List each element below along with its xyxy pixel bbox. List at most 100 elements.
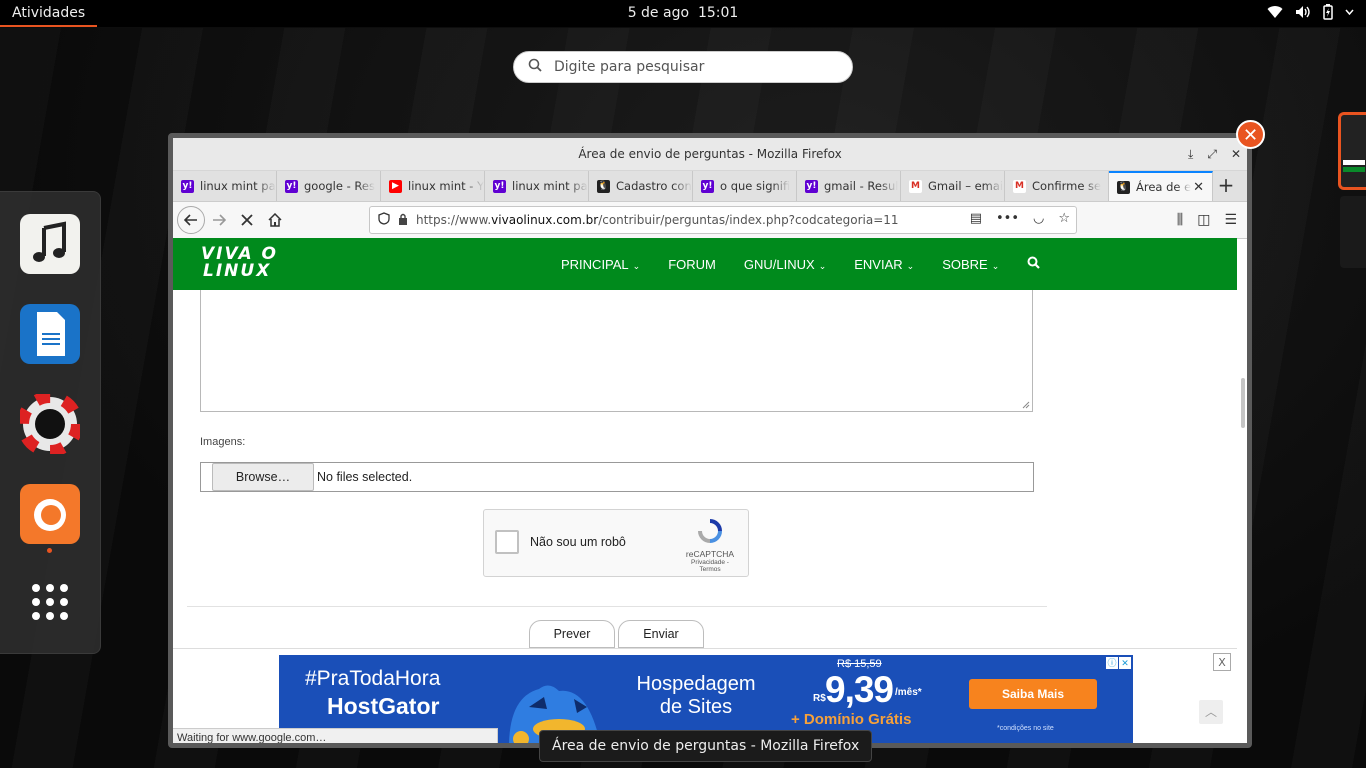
help-icon[interactable] <box>17 391 83 457</box>
tab-4[interactable]: 🐧 Cadastro con <box>589 171 693 201</box>
tab-7[interactable]: M Gmail – emai <box>901 171 1005 201</box>
reader-view-icon[interactable]: ▤ <box>970 211 982 226</box>
system-menu[interactable] <box>1267 4 1354 20</box>
scroll-to-top-button[interactable]: ︿ <box>1199 700 1223 724</box>
ad-headline-line1: Hospedagem <box>636 673 756 695</box>
tracking-protection-icon[interactable] <box>378 212 390 228</box>
clock: 5 de ago 15:01 <box>0 0 1366 26</box>
recaptcha-widget: Não sou um robô reCAPTCHA Privacidade - … <box>483 509 749 577</box>
browse-button[interactable]: Browse… <box>212 463 314 491</box>
tab-6[interactable]: y! gmail - Resul <box>797 171 901 201</box>
library-icon[interactable]: ⫼ <box>1177 212 1183 228</box>
menu-gnu-linux[interactable]: GNU/LINUX ⌄ <box>744 257 826 272</box>
url-path: /contribuir/perguntas/index.php?codcateg… <box>598 213 899 227</box>
page-actions-icon[interactable]: ••• <box>996 211 1019 226</box>
recaptcha-label: Não sou um robô <box>530 535 626 549</box>
tab-label: Confirme se <box>1032 179 1102 193</box>
workspace-thumbnail[interactable] <box>1340 196 1366 268</box>
title-bar[interactable]: Área de envio de perguntas - Mozilla Fir… <box>173 138 1247 171</box>
tab-3[interactable]: y! linux mint pa <box>485 171 589 201</box>
ad-close-button[interactable]: X <box>1213 653 1231 671</box>
ad-headline-line2: de Sites <box>659 696 733 718</box>
show-apps-icon[interactable] <box>20 572 80 632</box>
clock-button[interactable]: 5 de ago 15:01 <box>628 5 739 21</box>
question-textarea[interactable] <box>200 290 1033 412</box>
web-page: VIVA O LINUX PRINCIPAL ⌄ FORUM GNU/LINUX ⌄… <box>173 238 1237 743</box>
tab-9[interactable]: 🐧 Área de e ✕ <box>1109 171 1213 201</box>
recaptcha-links[interactable]: Privacidade - Termos <box>680 559 740 573</box>
new-tab-button[interactable]: + <box>1213 171 1239 201</box>
url-host: vivaolinux.com.br <box>491 213 599 227</box>
firefox-window[interactable]: Área de envio de perguntas - Mozilla Fir… <box>168 133 1252 748</box>
menu-forum[interactable]: FORUM <box>668 257 716 272</box>
tux-favicon-icon: 🐧 <box>597 179 610 193</box>
forward-button[interactable] <box>205 206 233 234</box>
site-menu: PRINCIPAL ⌄ FORUM GNU/LINUX ⌄ ENVIAR ⌄ SOBR… <box>561 238 1041 290</box>
sidebar-icon[interactable]: ◫ <box>1197 212 1210 228</box>
tux-favicon-icon: 🐧 <box>1117 180 1130 194</box>
site-search-icon[interactable] <box>1027 256 1041 272</box>
writer-icon[interactable] <box>20 304 80 364</box>
dock <box>0 191 101 654</box>
workspace-thumbnail-active[interactable] <box>1338 112 1366 190</box>
submit-button[interactable]: Enviar <box>618 620 704 648</box>
url-bar[interactable]: https://www.vivaolinux.com.br/contribuir… <box>369 206 1077 234</box>
menu-sobre-label: SOBRE <box>942 256 988 272</box>
activities-button[interactable]: Atividades <box>0 0 98 27</box>
preview-button[interactable]: Prever <box>529 620 615 648</box>
page-scrollbar[interactable] <box>1240 238 1246 743</box>
rhythmbox-icon[interactable] <box>20 214 80 274</box>
tab-5[interactable]: y! o que signifi <box>693 171 797 201</box>
ad-bonus: + Domínio Grátis <box>791 711 912 728</box>
home-button[interactable] <box>261 206 289 234</box>
recaptcha-checkbox[interactable] <box>495 530 519 554</box>
tab-close-icon[interactable]: ✕ <box>1193 180 1204 195</box>
file-input[interactable]: Browse… No files selected. <box>200 462 1034 492</box>
menu-enviar[interactable]: ENVIAR ⌄ <box>854 257 914 272</box>
hamburger-menu-icon[interactable]: ☰ <box>1224 212 1237 228</box>
bookmark-star-icon[interactable]: ☆ <box>1058 211 1070 226</box>
yahoo-favicon-icon: y! <box>181 179 194 193</box>
activities-search[interactable]: Digite para pesquisar <box>513 51 853 83</box>
tab-8[interactable]: M Confirme se <box>1005 171 1109 201</box>
ad-info-icon[interactable]: ⓘ <box>1106 657 1118 669</box>
running-indicator <box>47 548 52 553</box>
window-close-button[interactable]: ✕ <box>1236 120 1265 149</box>
site-header: VIVA O LINUX PRINCIPAL ⌄ FORUM GNU/LINUX ⌄… <box>173 238 1237 290</box>
menu-sobre[interactable]: SOBRE ⌄ <box>942 257 999 272</box>
tab-label: Cadastro con <box>616 179 692 193</box>
stop-button[interactable] <box>233 206 261 234</box>
no-files-text: No files selected. <box>317 470 413 484</box>
menu-principal[interactable]: PRINCIPAL ⌄ <box>561 257 640 272</box>
firefox-icon[interactable] <box>20 484 80 544</box>
back-button[interactable] <box>177 206 205 234</box>
ad-close-icon[interactable]: ✕ <box>1119 657 1131 669</box>
tab-2[interactable]: ▶ linux mint - Y <box>381 171 485 201</box>
tab-label: Área de e <box>1136 180 1192 194</box>
tab-strip: y! linux mint pa y! google - Res ▶ linux mint… <box>173 171 1247 202</box>
tab-1[interactable]: y! google - Res <box>277 171 381 201</box>
scrollbar-thumb[interactable] <box>1241 378 1245 428</box>
yahoo-favicon-icon: y! <box>701 179 714 193</box>
yahoo-favicon-icon: y! <box>285 179 298 193</box>
maximize-icon[interactable]: ⤢ <box>1207 138 1217 170</box>
tab-label: o que signifi <box>720 179 791 193</box>
ad-cta-button[interactable]: Saiba Mais <box>969 679 1097 709</box>
menu-enviar-label: ENVIAR <box>854 256 903 272</box>
site-logo[interactable]: VIVA O LINUX <box>201 246 278 280</box>
tab-label: google - Res <box>304 179 375 193</box>
pocket-icon[interactable]: ◡ <box>1033 211 1044 226</box>
url-text: https://www.vivaolinux.com.br/contribuir… <box>416 213 899 227</box>
tab-0[interactable]: y! linux mint pa <box>173 171 277 201</box>
images-label: Imagens: <box>200 436 246 448</box>
menu-principal-label: PRINCIPAL <box>561 256 629 272</box>
wifi-icon <box>1267 5 1283 19</box>
recaptcha-brand: reCAPTCHA <box>685 549 735 559</box>
search-placeholder: Digite para pesquisar <box>554 59 705 75</box>
ad-choices[interactable]: ⓘ ✕ <box>1106 657 1131 669</box>
download-icon[interactable]: ⤓ <box>1188 138 1193 170</box>
lock-icon[interactable] <box>398 213 408 228</box>
resize-handle-icon[interactable] <box>1022 401 1030 409</box>
url-prefix: https://www. <box>416 213 492 227</box>
chevron-down-icon <box>1345 9 1354 15</box>
